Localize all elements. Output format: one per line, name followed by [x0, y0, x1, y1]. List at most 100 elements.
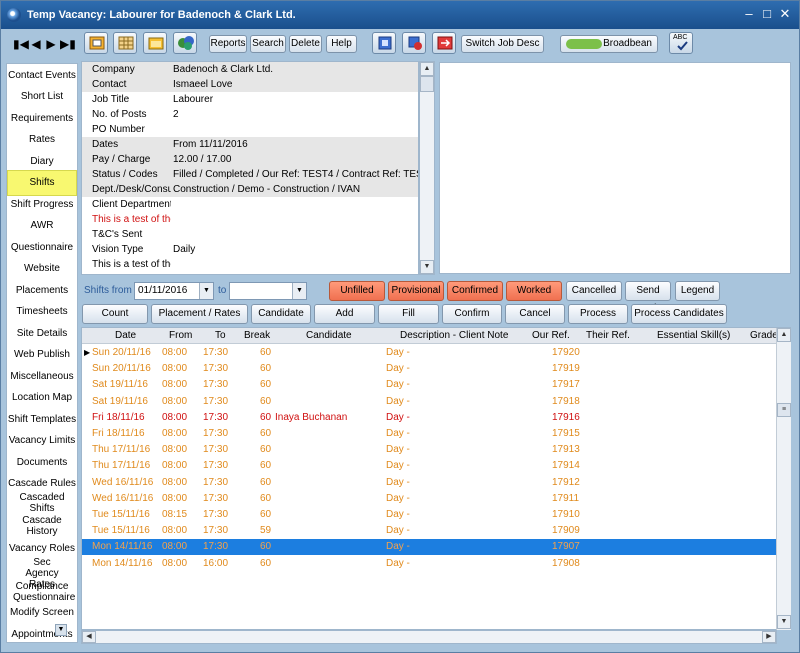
scroll-down-icon[interactable]: ▼ — [420, 260, 434, 274]
shifts-from-date[interactable]: 01/11/2016 ▼ — [134, 282, 214, 300]
table-row[interactable]: Mon 14/11/16 08:00 17:30 60 Day - 17907 — [82, 539, 778, 556]
nav-questionnaire[interactable]: Questionnaire — [7, 242, 77, 253]
detail-row[interactable]: +DatesFrom 11/11/2016 — [82, 137, 418, 152]
table-row[interactable]: Thu 17/11/16 08:00 17:30 60 Day - 17913 — [82, 442, 778, 458]
copy-icon[interactable] — [402, 32, 426, 54]
nav-placements[interactable]: Placements — [7, 285, 77, 296]
nav-diary[interactable]: Diary — [7, 156, 77, 167]
nav-shift-progress[interactable]: Shift Progress — [7, 199, 77, 210]
scroll-up-icon[interactable]: ▲ — [777, 328, 791, 342]
date-dropdown-icon[interactable]: ▼ — [199, 283, 213, 299]
nav-modify-screen[interactable]: Modify Screen — [7, 607, 77, 618]
detail-row[interactable]: T&C's Sent — [82, 227, 418, 242]
scroll-right-icon[interactable]: ▶ — [762, 631, 776, 643]
detail-row[interactable]: Pay / Charge 12.00 / 17.00 — [82, 152, 418, 167]
table-row[interactable]: Tue 15/11/16 08:00 17:30 59 Day - 17909 — [82, 523, 778, 539]
nav-timesheets[interactable]: Timesheets — [7, 306, 77, 317]
detail-row[interactable]: Vision Type Daily — [82, 242, 418, 257]
detail-row[interactable]: Contact Ismaeel Love — [82, 77, 418, 92]
delete-button[interactable]: Delete — [289, 35, 322, 53]
print-icon[interactable] — [84, 32, 108, 54]
detail-row[interactable]: No. of Posts 2 — [82, 107, 418, 122]
minimize-icon[interactable]: – — [741, 6, 757, 22]
close-icon[interactable]: ✕ — [777, 6, 793, 22]
process-candidates-button[interactable]: Process Candidates — [631, 304, 727, 324]
count-button[interactable]: Count — [82, 304, 148, 324]
detail-row[interactable]: Job Title Labourer — [82, 92, 418, 107]
unfilled-button[interactable]: Unfilled — [329, 281, 385, 301]
detail-row[interactable]: +Dept./Desk/ConsultantConstruction / Dem… — [82, 182, 418, 197]
people-icon[interactable] — [173, 32, 197, 54]
nav-awr[interactable]: AWR — [7, 220, 77, 231]
nav-location-map[interactable]: Location Map — [7, 392, 77, 403]
cancelled-button[interactable]: Cancelled — [566, 281, 622, 301]
switch-job-desc-button[interactable]: Switch Job Desc — [461, 35, 544, 53]
table-row[interactable]: Tue 15/11/16 08:15 17:30 60 Day - 17910 — [82, 507, 778, 523]
nav-cascade-history[interactable]: Cascade History — [7, 515, 77, 537]
nav-rates[interactable]: Rates — [7, 134, 77, 145]
detail-row[interactable]: PO Number — [82, 122, 418, 137]
column-header-date[interactable]: Date — [115, 330, 136, 341]
nav-short-list[interactable]: Short List — [7, 91, 77, 102]
scroll-down-icon[interactable]: ▼ — [777, 615, 791, 629]
column-header-description[interactable]: Description - Client Note — [400, 330, 508, 341]
nav-vacancy-roles[interactable]: Vacancy Roles — [7, 543, 77, 554]
nav-compliance-questionnaire[interactable]: Compliance Questionnaire — [7, 581, 77, 603]
nav-website[interactable]: Website — [7, 263, 77, 274]
reports-button[interactable]: Reports — [209, 35, 247, 53]
nav-vacancy-limits[interactable]: Vacancy Limits — [7, 435, 77, 446]
help-button[interactable]: Help — [326, 35, 357, 53]
detail-row[interactable]: Company Badenoch & Clark Ltd. — [82, 62, 418, 77]
nav-web-publish[interactable]: Web Publish — [7, 349, 77, 360]
nav-shifts[interactable]: Shifts — [7, 170, 77, 196]
search-button[interactable]: Search — [250, 35, 286, 53]
table-row[interactable]: Wed 16/11/16 08:00 17:30 60 Day - 17912 — [82, 475, 778, 491]
column-header-essential-skills[interactable]: Essential Skill(s) — [657, 330, 730, 341]
column-header-break[interactable]: Break — [244, 330, 270, 341]
worked-button[interactable]: Worked — [506, 281, 562, 301]
table-row[interactable]: Sat 19/11/16 08:00 17:30 60 Day - 17917 — [82, 377, 778, 393]
column-header-candidate[interactable]: Candidate — [306, 330, 352, 341]
table-row[interactable]: Sun 20/11/16 08:00 17:30 60 Day - 17919 — [82, 361, 778, 377]
column-header-grade[interactable]: Grade — [750, 330, 778, 341]
nav-documents[interactable]: Documents — [7, 457, 77, 468]
document-icon[interactable] — [372, 32, 396, 54]
detail-row[interactable]: +Status / CodesFilled / Completed / Our … — [82, 167, 418, 182]
table-row[interactable]: Fri 18/11/16 08:00 17:30 60 Day - 17915 — [82, 426, 778, 442]
cancel-button[interactable]: Cancel — [505, 304, 565, 324]
exit-icon[interactable] — [432, 32, 456, 54]
candidate-button[interactable]: Candidate — [251, 304, 311, 324]
broadbean-button[interactable]: Broadbean — [560, 35, 658, 53]
confirmed-button[interactable]: Confirmed — [447, 281, 503, 301]
spell-check-icon[interactable]: ABC — [669, 32, 693, 54]
table-row[interactable]: Thu 17/11/16 08:00 17:30 60 Day - 17914 — [82, 458, 778, 474]
details-scrollbar[interactable]: ▲ ▼ — [419, 61, 435, 275]
detail-row[interactable]: This is a test of the — [82, 212, 418, 227]
scroll-thumb[interactable]: ≡ — [777, 403, 791, 417]
table-row[interactable]: ▶ Sun 20/11/16 08:00 17:30 60 Day - 17920 — [82, 345, 778, 361]
table-row[interactable]: Sat 19/11/16 08:00 17:30 60 Day - 17918 — [82, 394, 778, 410]
table-row[interactable]: Wed 16/11/16 08:00 17:30 60 Day - 17911 — [82, 491, 778, 507]
detail-row[interactable]: Client Department — [82, 197, 418, 212]
shifts-horizontal-scrollbar[interactable]: ◀ ▶ — [81, 630, 777, 644]
column-header-from[interactable]: From — [169, 330, 192, 341]
process-button[interactable]: Process — [568, 304, 628, 324]
nav-requirements[interactable]: Requirements — [7, 113, 77, 124]
placement-rates-button[interactable]: Placement / Rates — [151, 304, 248, 324]
nav-shift-templates[interactable]: Shift Templates — [7, 414, 77, 425]
table-row[interactable]: Fri 18/11/16 08:00 17:30 60 Inaya Buchanan Da… — [82, 410, 778, 426]
folder-icon[interactable] — [143, 32, 167, 54]
column-header-their-ref[interactable]: Their Ref. — [586, 330, 630, 341]
shifts-vertical-scrollbar[interactable]: ▲ ≡ ▼ — [776, 328, 791, 630]
scroll-left-icon[interactable]: ◀ — [82, 631, 96, 643]
nav-contact-events[interactable]: Contact Events — [7, 70, 77, 81]
last-record-icon[interactable]: ▶▮ — [60, 36, 76, 52]
scroll-thumb[interactable] — [420, 76, 434, 92]
grid-view-icon[interactable] — [113, 32, 137, 54]
date-dropdown-icon[interactable]: ▼ — [292, 283, 306, 299]
nav-scroll-down-icon[interactable]: ▼ — [55, 624, 67, 636]
next-record-icon[interactable]: ▶ — [45, 36, 57, 52]
provisional-button[interactable]: Provisional — [388, 281, 444, 301]
detail-row[interactable]: This is a test of the — [82, 257, 418, 272]
nav-miscellaneous[interactable]: Miscellaneous — [7, 371, 77, 382]
